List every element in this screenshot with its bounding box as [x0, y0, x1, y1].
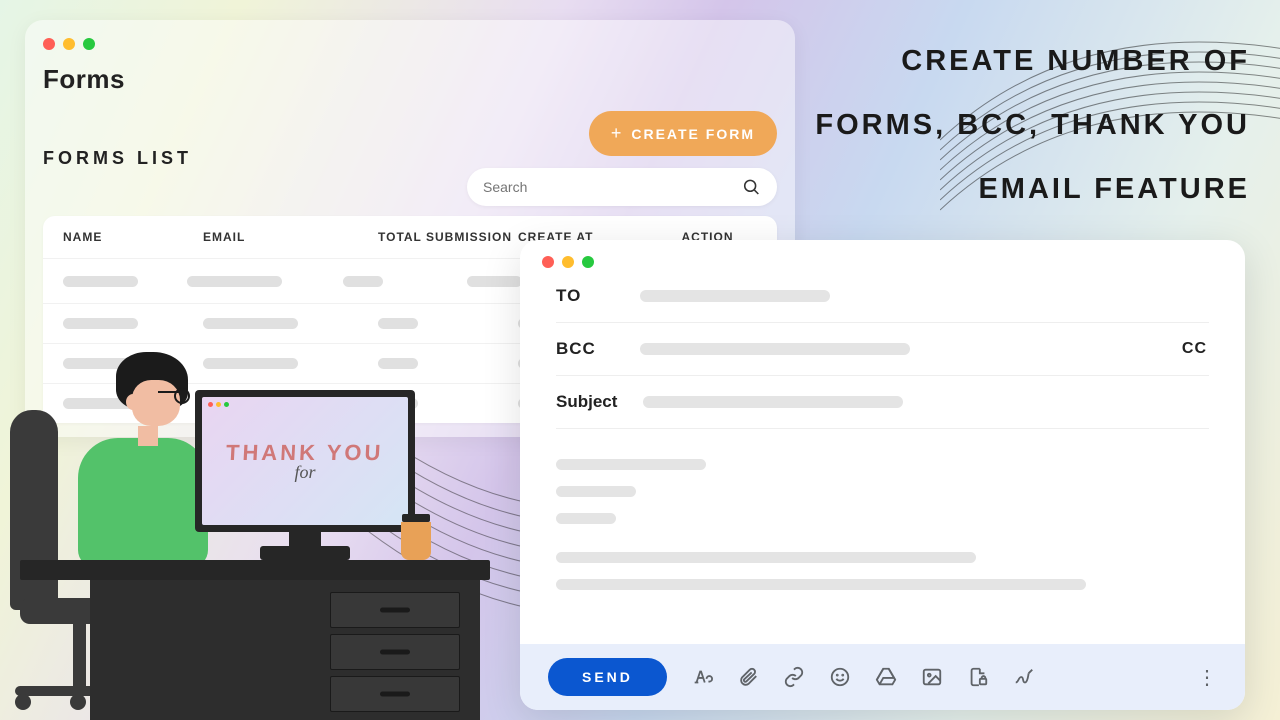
subject-input[interactable] [643, 396, 903, 408]
close-icon[interactable] [43, 38, 55, 50]
hero-headline: CREATE NUMBER OF FORMS, BCC, THANK YOU E… [810, 30, 1250, 221]
bcc-input[interactable] [640, 343, 910, 355]
image-icon[interactable] [921, 666, 943, 688]
attachment-icon[interactable] [737, 666, 759, 688]
email-body[interactable] [520, 435, 1245, 644]
to-label: TO [556, 286, 614, 306]
col-name: NAME [63, 230, 203, 244]
create-form-button[interactable]: + CREATE FORM [589, 111, 777, 156]
bcc-label: BCC [556, 339, 614, 359]
maximize-icon[interactable] [83, 38, 95, 50]
confidential-icon[interactable] [967, 666, 989, 688]
search-input[interactable] [483, 179, 742, 195]
plus-icon: + [611, 123, 624, 144]
link-icon[interactable] [783, 666, 805, 688]
subject-label: Subject [556, 392, 617, 412]
maximize-icon[interactable] [582, 256, 594, 268]
window-traffic-lights [520, 240, 1245, 276]
window-traffic-lights [43, 38, 777, 50]
search-input-wrap[interactable] [467, 168, 777, 206]
email-compose-window: TO BCC CC Subject SEND ⋮ [520, 240, 1245, 710]
cc-toggle[interactable]: CC [1182, 340, 1207, 358]
close-icon[interactable] [542, 256, 554, 268]
minimize-icon[interactable] [63, 38, 75, 50]
emoji-icon[interactable] [829, 666, 851, 688]
desk-illustration [90, 560, 480, 720]
minimize-icon[interactable] [562, 256, 574, 268]
signature-icon[interactable] [1013, 666, 1035, 688]
more-options-icon[interactable]: ⋮ [1197, 665, 1217, 690]
search-icon [742, 177, 761, 197]
coffee-cup-illustration [400, 514, 432, 560]
compose-toolbar: SEND ⋮ [520, 644, 1245, 710]
col-total: TOTAL SUBMISSION [378, 230, 518, 244]
thank-you-subtext: for [294, 462, 315, 483]
thank-you-text: THANK YOU [226, 440, 385, 466]
list-heading: FORMS LIST [43, 148, 192, 169]
to-input[interactable] [640, 290, 830, 302]
drive-icon[interactable] [875, 666, 897, 688]
col-email: EMAIL [203, 230, 378, 244]
send-button[interactable]: SEND [548, 658, 667, 696]
create-form-label: CREATE FORM [631, 126, 755, 142]
page-title: Forms [43, 64, 777, 95]
format-text-icon[interactable] [691, 666, 713, 688]
